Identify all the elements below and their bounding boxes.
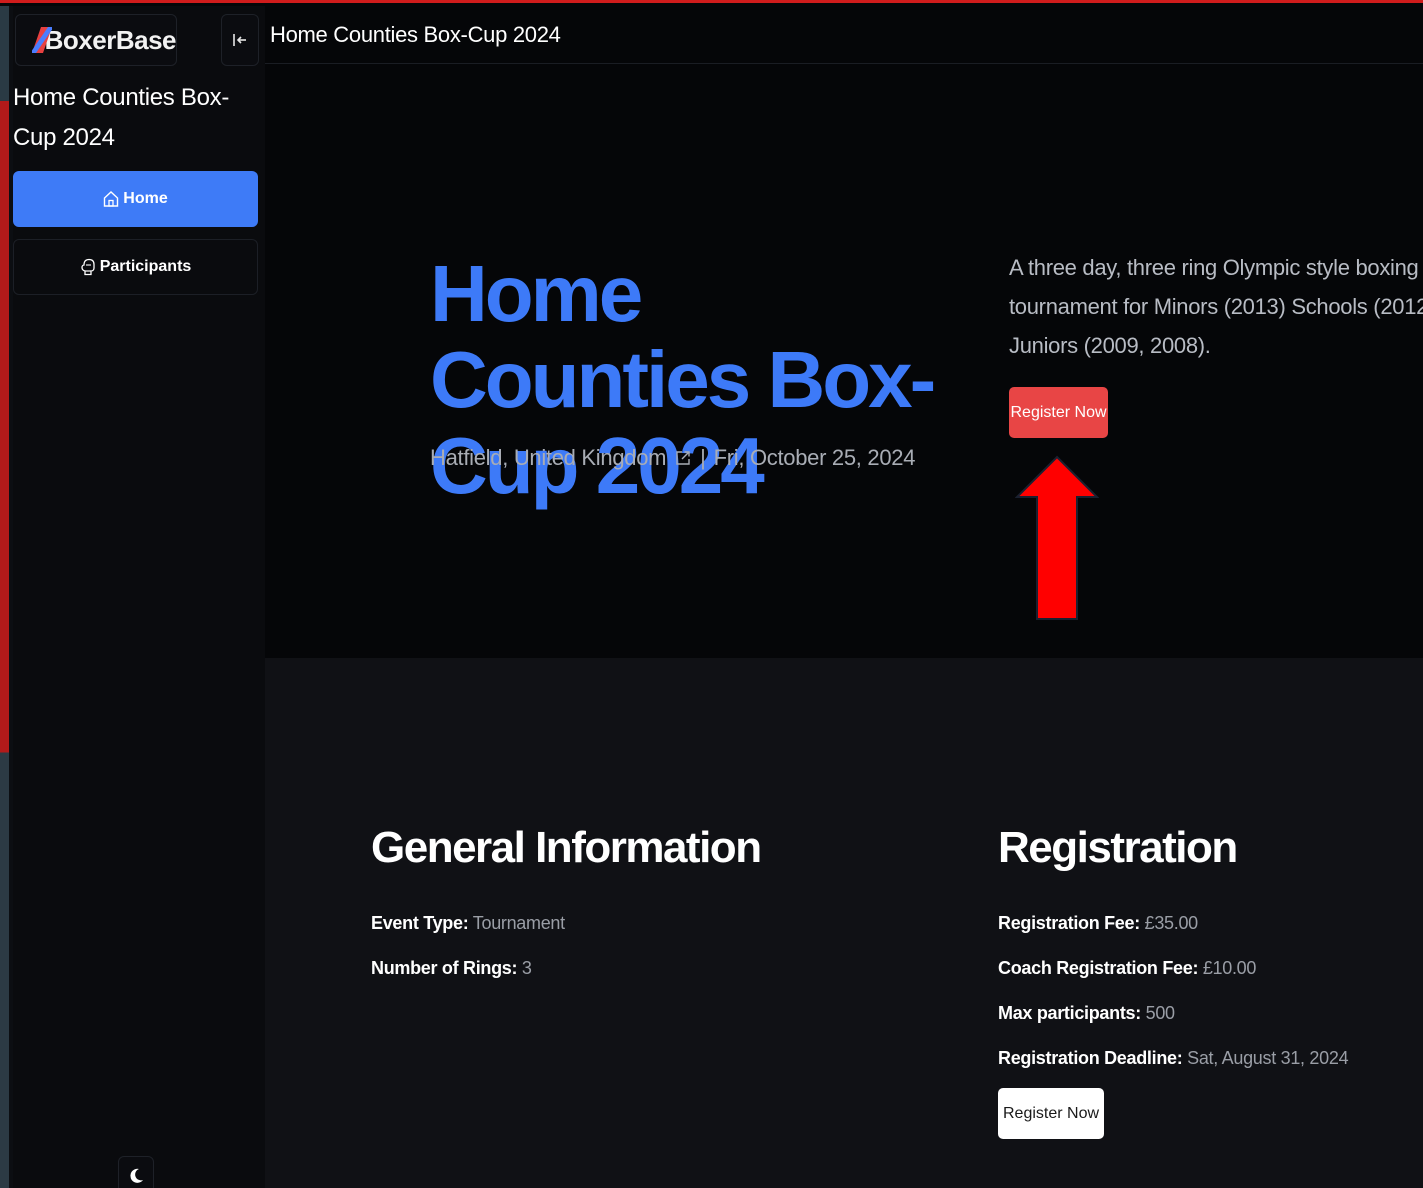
- hero-section: Home Counties Box-Cup 2024 Hatfield, Uni…: [265, 65, 1423, 658]
- field-value: Tournament: [472, 913, 565, 933]
- field-label: Coach Registration Fee:: [998, 958, 1199, 978]
- page-title: Home Counties Box-Cup 2024: [270, 22, 561, 47]
- field-value: 500: [1145, 1003, 1175, 1023]
- event-type-field: Event Type: Tournament: [371, 913, 565, 934]
- glove-icon: [81, 258, 95, 276]
- sidebar-item-label: Participants: [99, 258, 192, 275]
- field-label: Registration Fee:: [998, 913, 1140, 933]
- annotation-arrow-icon: [1015, 455, 1099, 620]
- register-now-secondary-button[interactable]: Register Now: [998, 1088, 1104, 1139]
- info-section: General Information Event Type: Tourname…: [265, 658, 1423, 1188]
- field-value: 3: [521, 958, 532, 978]
- field-label: Number of Rings:: [371, 958, 518, 978]
- max-participants-field: Max participants: 500: [998, 1003, 1175, 1024]
- coach-registration-fee-field: Coach Registration Fee: £10.00: [998, 958, 1256, 979]
- boxerbase-logo-icon: [32, 27, 52, 53]
- brand-link[interactable]: BoxerBase: [15, 14, 177, 66]
- home-icon: [104, 191, 119, 207]
- event-meta: Hatfield, United Kingdom | Fri, October …: [430, 445, 915, 471]
- event-description: A three day, three ring Olympic style bo…: [1009, 248, 1423, 365]
- moon-icon: [130, 1168, 143, 1183]
- field-value: Sat, August 31, 2024: [1187, 1048, 1349, 1068]
- brand-name: BoxerBase: [44, 24, 177, 55]
- field-label: Registration Deadline:: [998, 1048, 1183, 1068]
- collapse-left-icon: [233, 34, 246, 46]
- theme-toggle-button[interactable]: [118, 1156, 154, 1188]
- app-window: BoxerBase Home Counties Box-Cup 2024 Hom…: [0, 0, 1423, 1188]
- registration-deadline-field: Registration Deadline: Sat, August 31, 2…: [998, 1048, 1349, 1069]
- field-value: £35.00: [1144, 913, 1199, 933]
- sidebar-item-participants[interactable]: Participants: [13, 239, 258, 295]
- description-line: A three day, three ring Olympic style bo…: [1009, 255, 1423, 280]
- field-label: Event Type:: [371, 913, 469, 933]
- registration-title: Registration: [998, 823, 1238, 872]
- field-label: Max participants:: [998, 1003, 1141, 1023]
- registration-fee-field: Registration Fee: £35.00: [998, 913, 1198, 934]
- sidebar-event-title: Home Counties Box-Cup 2024: [13, 84, 230, 151]
- collapse-sidebar-button[interactable]: [221, 14, 259, 66]
- window-edge: [0, 6, 9, 1188]
- event-date: Fri, October 25, 2024: [713, 445, 916, 470]
- general-information-title: General Information: [371, 823, 762, 872]
- sidebar: BoxerBase Home Counties Box-Cup 2024 Hom…: [13, 6, 265, 1188]
- description-line: Juniors (2009, 2008).: [1009, 333, 1211, 358]
- external-link-icon[interactable]: [674, 449, 692, 467]
- topbar: Home Counties Box-Cup 2024: [265, 6, 1423, 64]
- number-of-rings-field: Number of Rings: 3: [371, 958, 532, 979]
- register-now-button[interactable]: Register Now: [1009, 387, 1108, 438]
- field-value: £10.00: [1202, 958, 1257, 978]
- event-location-link[interactable]: Hatfield, United Kingdom: [430, 445, 666, 471]
- sidebar-item-label: Home: [123, 190, 168, 207]
- meta-separator: |: [700, 445, 706, 470]
- description-line: tournament for Minors (2013) Schools (20…: [1009, 294, 1423, 319]
- sidebar-item-home[interactable]: Home: [13, 171, 258, 227]
